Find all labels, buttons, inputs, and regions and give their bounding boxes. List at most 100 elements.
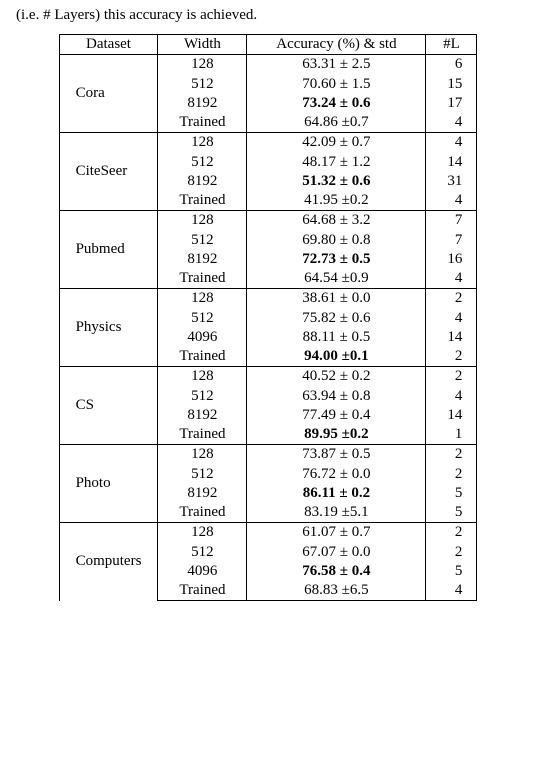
width-value: Trained (158, 503, 247, 523)
width-value: 4096 (158, 562, 247, 581)
width-value: Trained (158, 269, 247, 289)
accuracy-value: 63.94 ± 0.8 (247, 387, 426, 406)
dataset-name: CS (59, 367, 158, 445)
table-row: Pubmed12864.68 ± 3.27 (59, 211, 477, 231)
table-row: Computers12861.07 ± 0.72 (59, 523, 477, 543)
width-value: 512 (158, 153, 247, 172)
width-value: 128 (158, 211, 247, 231)
width-value: 512 (158, 75, 247, 94)
layers-value: 4 (426, 581, 477, 601)
accuracy-value: 64.54 ±0.9 (247, 269, 426, 289)
width-value: Trained (158, 191, 247, 211)
layers-value: 16 (426, 250, 477, 269)
accuracy-value: 61.07 ± 0.7 (247, 523, 426, 543)
accuracy-value: 69.80 ± 0.8 (247, 231, 426, 250)
accuracy-value: 42.09 ± 0.7 (247, 133, 426, 153)
accuracy-value: 64.86 ±0.7 (247, 113, 426, 133)
dataset-name: Cora (59, 55, 158, 133)
layers-value: 7 (426, 211, 477, 231)
dataset-name: Photo (59, 445, 158, 523)
width-value: 512 (158, 231, 247, 250)
accuracy-value: 41.95 ±0.2 (247, 191, 426, 211)
table-row: Photo12873.87 ± 0.52 (59, 445, 477, 465)
width-value: 128 (158, 523, 247, 543)
layers-value: 31 (426, 172, 477, 191)
layers-value: 2 (426, 523, 477, 543)
width-value: Trained (158, 347, 247, 367)
accuracy-value: 89.95 ±0.2 (247, 425, 426, 445)
accuracy-value: 83.19 ±5.1 (247, 503, 426, 523)
width-value: 8192 (158, 172, 247, 191)
accuracy-value: 64.68 ± 3.2 (247, 211, 426, 231)
layers-value: 5 (426, 484, 477, 503)
layers-value: 4 (426, 133, 477, 153)
col-accuracy: Accuracy (%) & std (247, 35, 426, 55)
accuracy-value: 63.31 ± 2.5 (247, 55, 426, 75)
table-header-row: Dataset Width Accuracy (%) & std #L (59, 35, 477, 55)
dataset-name: Pubmed (59, 211, 158, 289)
layers-value: 2 (426, 347, 477, 367)
table-row: CS12840.52 ± 0.22 (59, 367, 477, 387)
accuracy-value: 86.11 ± 0.2 (247, 484, 426, 503)
accuracy-value: 76.58 ± 0.4 (247, 562, 426, 581)
layers-value: 14 (426, 328, 477, 347)
width-value: 512 (158, 387, 247, 406)
width-value: 128 (158, 133, 247, 153)
results-table: Dataset Width Accuracy (%) & std #L Cora… (59, 34, 478, 601)
layers-value: 4 (426, 387, 477, 406)
layers-value: 14 (426, 406, 477, 425)
accuracy-value: 67.07 ± 0.0 (247, 543, 426, 562)
width-value: 8192 (158, 250, 247, 269)
table-row: Cora12863.31 ± 2.56 (59, 55, 477, 75)
layers-value: 14 (426, 153, 477, 172)
layers-value: 17 (426, 94, 477, 113)
accuracy-value: 38.61 ± 0.0 (247, 289, 426, 309)
width-value: 8192 (158, 94, 247, 113)
width-value: 128 (158, 445, 247, 465)
width-value: 128 (158, 367, 247, 387)
width-value: 512 (158, 543, 247, 562)
accuracy-value: 88.11 ± 0.5 (247, 328, 426, 347)
width-value: Trained (158, 581, 247, 601)
layers-value: 7 (426, 231, 477, 250)
layers-value: 15 (426, 75, 477, 94)
col-layers: #L (426, 35, 477, 55)
layers-value: 5 (426, 562, 477, 581)
accuracy-value: 68.83 ±6.5 (247, 581, 426, 601)
accuracy-value: 51.32 ± 0.6 (247, 172, 426, 191)
dataset-name: CiteSeer (59, 133, 158, 211)
width-value: Trained (158, 113, 247, 133)
col-dataset: Dataset (59, 35, 158, 55)
width-value: 4096 (158, 328, 247, 347)
width-value: Trained (158, 425, 247, 445)
dataset-name: Physics (59, 289, 158, 367)
accuracy-value: 73.87 ± 0.5 (247, 445, 426, 465)
accuracy-value: 76.72 ± 0.0 (247, 465, 426, 484)
accuracy-value: 73.24 ± 0.6 (247, 94, 426, 113)
accuracy-value: 75.82 ± 0.6 (247, 309, 426, 328)
layers-value: 2 (426, 367, 477, 387)
width-value: 8192 (158, 484, 247, 503)
layers-value: 5 (426, 503, 477, 523)
col-width: Width (158, 35, 247, 55)
accuracy-value: 94.00 ±0.1 (247, 347, 426, 367)
layers-value: 4 (426, 309, 477, 328)
accuracy-value: 70.60 ± 1.5 (247, 75, 426, 94)
layers-value: 2 (426, 465, 477, 484)
layers-value: 4 (426, 269, 477, 289)
layers-value: 4 (426, 191, 477, 211)
caption-fragment: (i.e. # Layers) this accuracy is achieve… (16, 6, 522, 24)
layers-value: 2 (426, 543, 477, 562)
width-value: 512 (158, 465, 247, 484)
width-value: 128 (158, 55, 247, 75)
accuracy-value: 40.52 ± 0.2 (247, 367, 426, 387)
width-value: 128 (158, 289, 247, 309)
width-value: 512 (158, 309, 247, 328)
layers-value: 1 (426, 425, 477, 445)
layers-value: 2 (426, 445, 477, 465)
accuracy-value: 77.49 ± 0.4 (247, 406, 426, 425)
layers-value: 2 (426, 289, 477, 309)
accuracy-value: 72.73 ± 0.5 (247, 250, 426, 269)
dataset-name: Computers (59, 523, 158, 601)
accuracy-value: 48.17 ± 1.2 (247, 153, 426, 172)
